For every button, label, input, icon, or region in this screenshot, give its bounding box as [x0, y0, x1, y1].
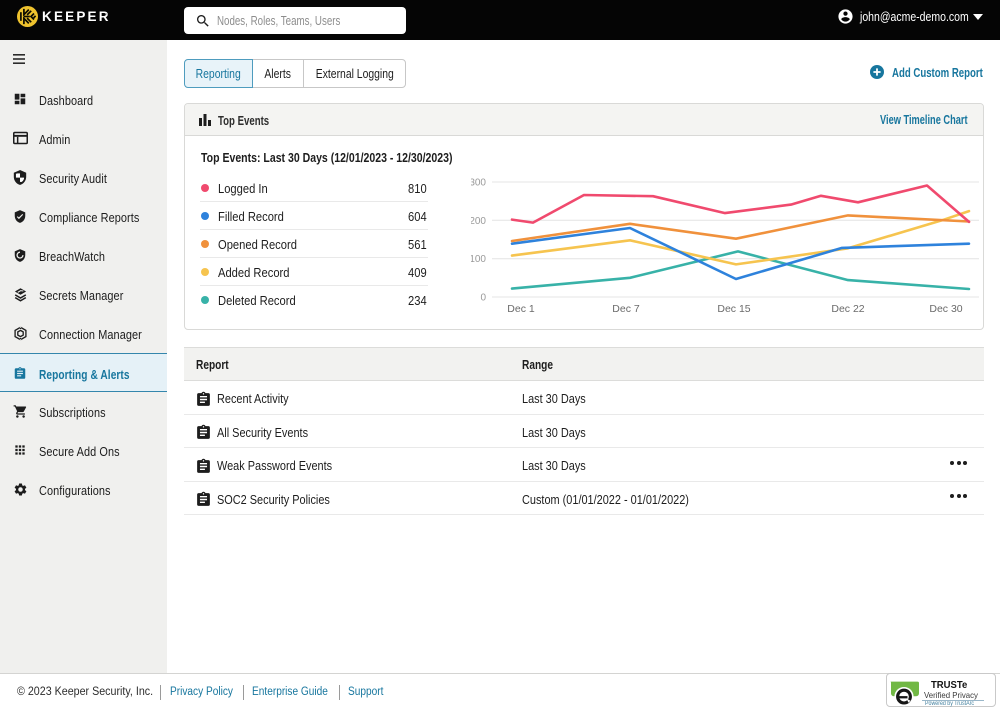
svg-text:200: 200 [471, 216, 486, 227]
svg-text:0: 0 [480, 293, 486, 304]
svg-text:Dec 1: Dec 1 [507, 303, 535, 315]
svg-text:100: 100 [471, 254, 486, 265]
svg-text:Dec 22: Dec 22 [831, 303, 864, 315]
svg-text:Dec 30: Dec 30 [929, 303, 962, 315]
svg-text:Dec 15: Dec 15 [717, 303, 750, 315]
svg-text:Dec 7: Dec 7 [612, 303, 640, 315]
svg-text:300: 300 [471, 178, 486, 189]
